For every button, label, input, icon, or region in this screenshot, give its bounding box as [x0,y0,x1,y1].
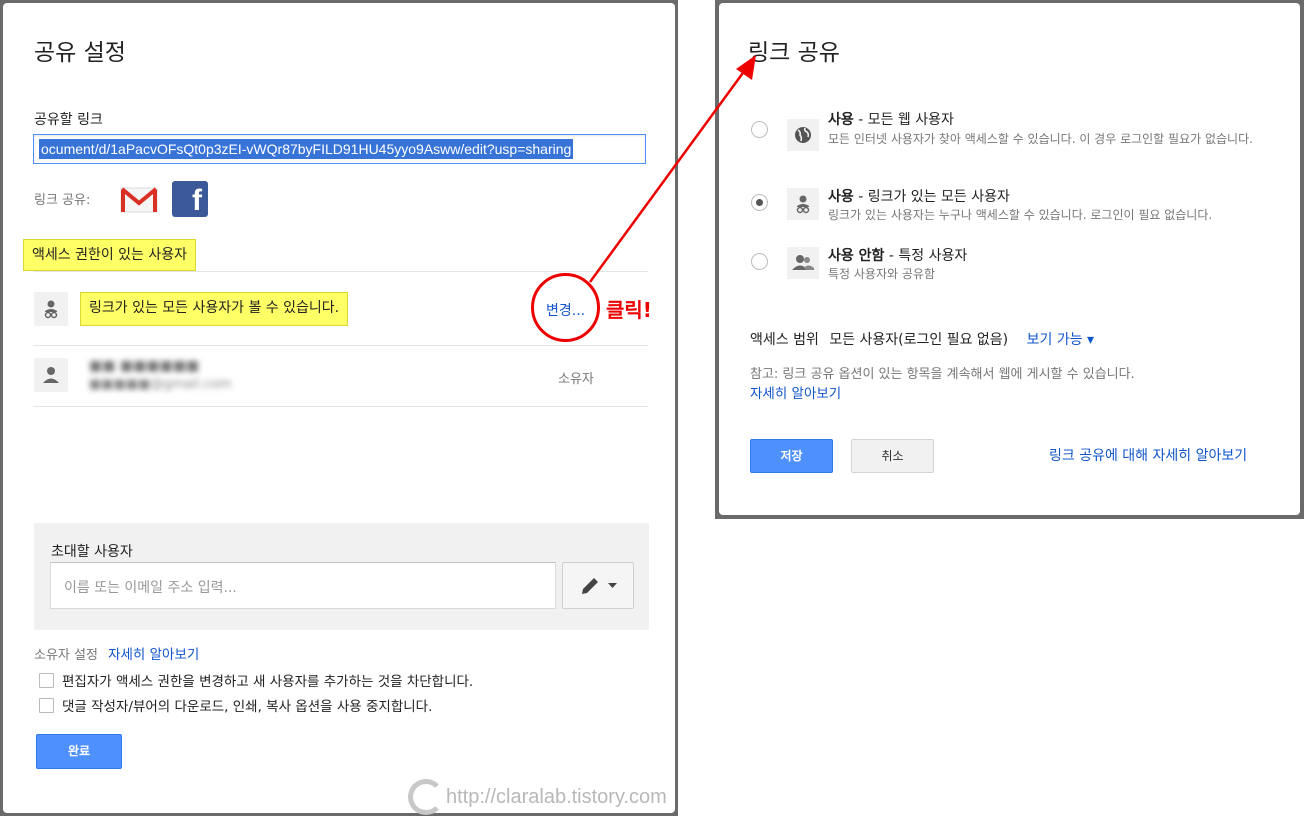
checkbox[interactable] [39,672,54,688]
cancel-button[interactable]: 취소 [851,439,934,473]
owner-settings-learn-more[interactable]: 자세히 알아보기 [108,647,199,663]
annotation-circle [531,273,600,342]
option-description: 링크가 있는 사용자는 누구나 액세스할 수 있습니다. 로그인이 필요 없습니… [828,208,1213,222]
radio-button-selected[interactable] [751,194,768,211]
option-title: 사용 - 모든 웹 사용자 [828,112,954,128]
annotation-click-label: 클릭! [606,298,652,322]
option-icon [787,119,819,151]
invite-label: 초대할 사용자 [51,544,133,560]
radio-button[interactable] [751,253,768,270]
scope-label: 액세스 범위 [750,332,819,348]
radio-button[interactable] [751,121,768,138]
save-button[interactable]: 저장 [750,439,833,473]
permission-dropdown[interactable]: 보기 가능 ▾ [1027,332,1094,348]
gmail-icon[interactable] [120,186,158,214]
person-link-icon [796,195,810,214]
person-icon [43,367,59,383]
link-sharing-dialog: 링크 공유 사용 - 모든 웹 사용자 모든 인터넷 사용자가 찾아 액세스할 … [715,0,1304,519]
checkbox-row-block-editors[interactable]: 편집자가 액세스 권한을 변경하고 새 사용자를 추가하는 것을 차단합니다. [39,670,473,690]
globe-icon [795,127,811,143]
divider [33,345,648,346]
option-description: 모든 인터넷 사용자가 찾아 액세스할 수 있습니다. 이 경우 로그인할 필요… [828,132,1253,146]
dialog-title: 링크 공유 [748,40,840,66]
checkbox[interactable] [39,697,54,713]
checkbox-label: 편집자가 액세스 권한을 변경하고 새 사용자를 추가하는 것을 차단합니다. [62,674,474,690]
checkbox-row-disable-download[interactable]: 댓글 작성자/뷰어의 다운로드, 인쇄, 복사 옵션을 사용 중지합니다. [39,695,432,715]
option-title: 사용 안함 - 특정 사용자 [828,248,968,264]
scope-value: 모든 사용자(로그인 필요 없음) [829,332,1009,348]
sharing-settings-dialog: 공유 설정 공유할 링크 ocument/d/1aPacvOFsQt0p3zEI… [0,0,678,816]
note-learn-more-link[interactable]: 자세히 알아보기 [750,382,841,402]
invite-input[interactable]: 이름 또는 이메일 주소 입력... [50,562,556,609]
option-title: 사용 - 링크가 있는 모든 사용자 [828,189,1010,205]
divider [33,406,648,407]
watermark-logo-icon [408,779,444,815]
option-icon [787,188,819,220]
invite-section: 초대할 사용자 이름 또는 이메일 주소 입력... [34,523,649,630]
link-access-text: 링크가 있는 모든 사용자가 볼 수 있습니다. [80,292,349,326]
link-sharing-learn-more[interactable]: 링크 공유에 대해 자세히 알아보기 [1049,445,1247,465]
share-link-value: ocument/d/1aPacvOFsQt0p3zEI-vWQr87byFILD… [39,139,574,159]
link-sharing-panel: 링크 공유 사용 - 모든 웹 사용자 모든 인터넷 사용자가 찾아 액세스할 … [719,3,1300,515]
owner-name: ■■ ■■■■■■ [89,358,200,374]
watermark-text: http://claralab.tistory.com [446,785,667,808]
checkbox-label: 댓글 작성자/뷰어의 다운로드, 인쇄, 복사 옵션을 사용 중지합니다. [62,699,433,715]
dialog-title: 공유 설정 [34,40,126,66]
publish-note: 참고: 링크 공유 옵션이 있는 항목을 계속해서 웹에 게시할 수 있습니다. [750,367,1135,382]
option-description: 특정 사용자와 공유함 [828,267,935,281]
access-heading: 액세스 권한이 있는 사용자 [23,239,197,271]
watermark: http://claralab.tistory.com [408,779,667,815]
owner-role: 소유자 [558,372,594,387]
pencil-icon [581,577,598,594]
sharing-settings-panel: 공유 설정 공유할 링크 ocument/d/1aPacvOFsQt0p3zEI… [3,3,675,815]
owner-settings: 소유자 설정 자세히 알아보기 [34,643,199,663]
done-button[interactable]: 완료 [36,734,122,769]
owner-avatar [34,358,68,392]
share-link-field[interactable]: ocument/d/1aPacvOFsQt0p3zEI-vWQr87byFILD… [33,134,646,164]
link-user-avatar [34,292,68,326]
share-link-label: 공유할 링크 [34,112,103,128]
access-scope: 액세스 범위 모든 사용자(로그인 필요 없음) 보기 가능 ▾ [750,329,1094,349]
facebook-icon[interactable]: f [172,181,208,217]
divider [33,271,648,272]
person-link-icon [44,300,58,319]
share-via-label: 링크 공유: [34,193,91,208]
people-icon [792,255,814,270]
caret-down-icon [607,582,617,588]
owner-email: ■■■■■@gmail.com [89,377,232,392]
option-icon [787,247,819,279]
owner-settings-label: 소유자 설정 [34,648,98,663]
permission-dropdown-button[interactable] [562,562,634,609]
